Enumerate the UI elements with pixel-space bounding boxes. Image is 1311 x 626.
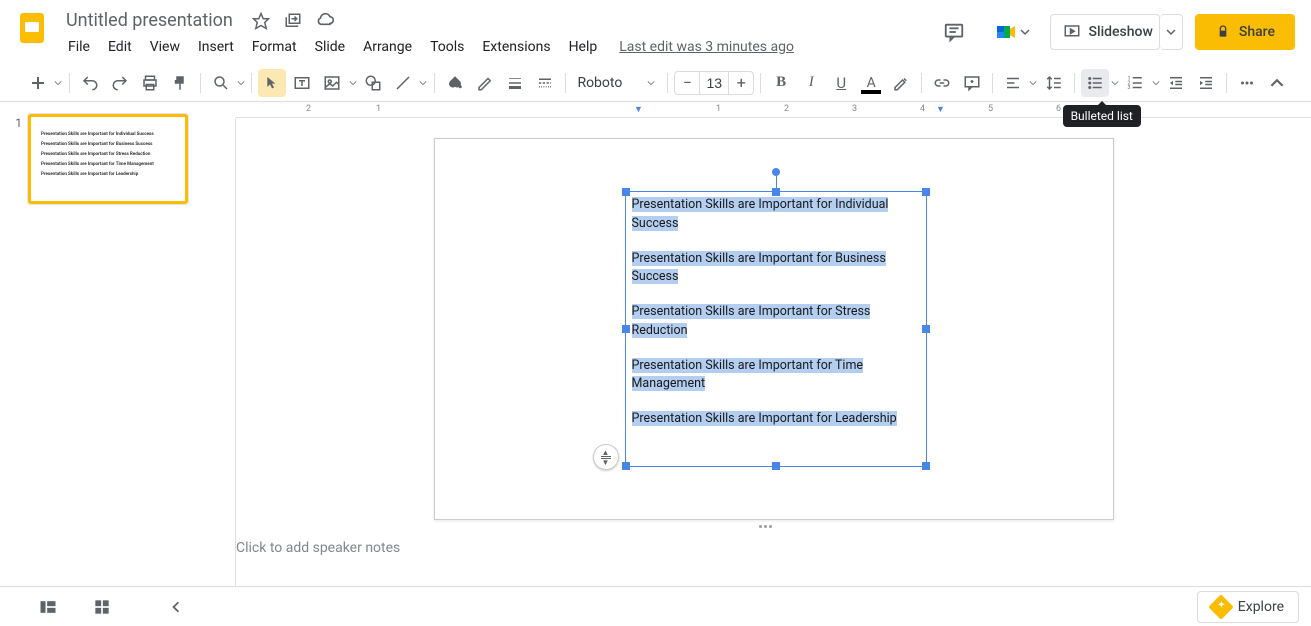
menu-arrange[interactable]: Arrange xyxy=(355,35,420,59)
move-icon[interactable] xyxy=(283,11,303,31)
rotate-handle[interactable] xyxy=(772,168,780,176)
explore-icon xyxy=(1208,594,1233,619)
border-dash-button[interactable] xyxy=(531,69,559,97)
zoom-button[interactable] xyxy=(207,69,235,97)
collapse-toolbar-button[interactable] xyxy=(1263,69,1291,97)
text-color-button[interactable]: A xyxy=(857,69,885,97)
slide-thumbnail-preview: Presentation Skills are Important for In… xyxy=(28,114,188,204)
italic-button[interactable]: I xyxy=(797,69,825,97)
menu-view[interactable]: View xyxy=(142,35,188,59)
resize-handle-bl[interactable] xyxy=(622,462,630,470)
resize-handle-ml[interactable] xyxy=(622,325,630,333)
zoom-dropdown[interactable] xyxy=(237,79,246,87)
menubar: File Edit View Insert Format Slide Arran… xyxy=(60,35,934,59)
bold-button[interactable]: B xyxy=(767,69,795,97)
resize-handle-mr[interactable] xyxy=(922,325,930,333)
menu-extensions[interactable]: Extensions xyxy=(474,35,558,59)
document-title[interactable]: Untitled presentation xyxy=(60,8,239,33)
bulleted-list-tooltip: Bulleted list xyxy=(1063,105,1141,127)
slide-thumbnail-1[interactable]: 1 Presentation Skills are Important for … xyxy=(8,114,212,204)
image-tool[interactable] xyxy=(318,69,346,97)
insert-comment-button[interactable] xyxy=(958,69,986,97)
line-dropdown[interactable] xyxy=(419,79,428,87)
cloud-status-icon[interactable] xyxy=(315,11,335,31)
notes-splitter[interactable] xyxy=(220,522,1311,530)
last-edit-link[interactable]: Last edit was 3 minutes ago xyxy=(619,39,794,55)
border-weight-button[interactable] xyxy=(501,69,529,97)
select-tool[interactable] xyxy=(258,69,286,97)
fill-color-button[interactable] xyxy=(441,69,469,97)
undo-button[interactable] xyxy=(76,69,104,97)
menu-tools[interactable]: Tools xyxy=(422,35,472,59)
selected-text-box[interactable]: Presentation Skills are Important for In… xyxy=(625,191,927,467)
meet-button[interactable] xyxy=(986,16,1038,48)
resize-handle-tl[interactable] xyxy=(622,188,630,196)
slide-panel: 1 Presentation Skills are Important for … xyxy=(0,102,220,586)
paint-format-button[interactable] xyxy=(166,69,194,97)
font-family-select[interactable]: Roboto xyxy=(571,69,661,97)
toolbar: Roboto − + B I U A Bulleted list 123 xyxy=(0,64,1311,102)
star-icon[interactable] xyxy=(251,11,271,31)
redo-button[interactable] xyxy=(106,69,134,97)
svg-text:3: 3 xyxy=(1128,85,1131,91)
canvas-area: 2 1 ▼ 1 2 3 4 ▼ 5 6 xyxy=(220,102,1311,586)
font-size-increase[interactable]: + xyxy=(729,71,753,95)
slide-canvas[interactable]: Presentation Skills are Important for In… xyxy=(434,138,1114,520)
shape-tool[interactable] xyxy=(359,69,387,97)
share-button[interactable]: Share xyxy=(1195,14,1295,50)
font-size-decrease[interactable]: − xyxy=(675,71,699,95)
resize-handle-tm[interactable] xyxy=(772,188,780,196)
increase-indent-button[interactable] xyxy=(1192,69,1220,97)
font-size-input[interactable] xyxy=(699,72,729,94)
align-dropdown[interactable] xyxy=(1029,79,1038,87)
text-box-content[interactable]: Presentation Skills are Important for In… xyxy=(626,192,926,449)
resize-handle-bm[interactable] xyxy=(772,462,780,470)
menu-help[interactable]: Help xyxy=(561,35,606,59)
main-area: 1 Presentation Skills are Important for … xyxy=(0,102,1311,586)
grid-view-icon[interactable] xyxy=(90,595,114,619)
slideshow-button[interactable]: Slideshow xyxy=(1050,14,1160,50)
filmstrip-view-icon[interactable] xyxy=(36,595,60,619)
horizontal-ruler: 2 1 ▼ 1 2 3 4 ▼ 5 6 xyxy=(236,102,1311,118)
font-size-group: − + xyxy=(674,71,754,95)
speaker-notes[interactable]: Click to add speaker notes xyxy=(220,530,1311,586)
menu-insert[interactable]: Insert xyxy=(190,35,242,59)
line-spacing-button[interactable] xyxy=(1040,69,1068,97)
more-button[interactable] xyxy=(1233,69,1261,97)
new-slide-button[interactable] xyxy=(24,69,52,97)
menu-slide[interactable]: Slide xyxy=(307,35,353,59)
border-color-button[interactable] xyxy=(471,69,499,97)
numbered-list-button[interactable]: 123 xyxy=(1121,69,1149,97)
header-right: Slideshow Share xyxy=(934,8,1295,52)
menu-edit[interactable]: Edit xyxy=(100,35,140,59)
highlight-button[interactable] xyxy=(887,69,915,97)
collapse-panel-icon[interactable] xyxy=(164,595,188,619)
footer: Explore xyxy=(0,586,1311,626)
title-area: Untitled presentation File Edit View Ins… xyxy=(60,8,934,59)
align-button[interactable] xyxy=(999,69,1027,97)
line-tool[interactable] xyxy=(389,69,417,97)
bulleted-list-button[interactable]: Bulleted list xyxy=(1081,69,1109,97)
slides-logo[interactable] xyxy=(12,8,52,48)
textbox-tool[interactable] xyxy=(288,69,316,97)
underline-button[interactable]: U xyxy=(827,69,855,97)
slide-number: 1 xyxy=(8,114,22,204)
image-dropdown[interactable] xyxy=(348,79,357,87)
slideshow-dropdown[interactable] xyxy=(1160,14,1183,50)
resize-handle-br[interactable] xyxy=(922,462,930,470)
print-button[interactable] xyxy=(136,69,164,97)
decrease-indent-button[interactable] xyxy=(1162,69,1190,97)
numbered-list-dropdown[interactable] xyxy=(1151,79,1160,87)
comments-icon[interactable] xyxy=(934,12,974,52)
app-header: Untitled presentation File Edit View Ins… xyxy=(0,0,1311,64)
new-slide-dropdown[interactable] xyxy=(54,79,63,87)
menu-file[interactable]: File xyxy=(60,35,98,59)
menu-format[interactable]: Format xyxy=(244,35,305,59)
vertical-ruler xyxy=(220,118,236,586)
insert-link-button[interactable] xyxy=(928,69,956,97)
bulleted-list-dropdown[interactable] xyxy=(1111,79,1120,87)
autofit-button[interactable]: ▲▼ xyxy=(593,444,619,470)
explore-button[interactable]: Explore xyxy=(1197,591,1299,623)
resize-handle-tr[interactable] xyxy=(922,188,930,196)
